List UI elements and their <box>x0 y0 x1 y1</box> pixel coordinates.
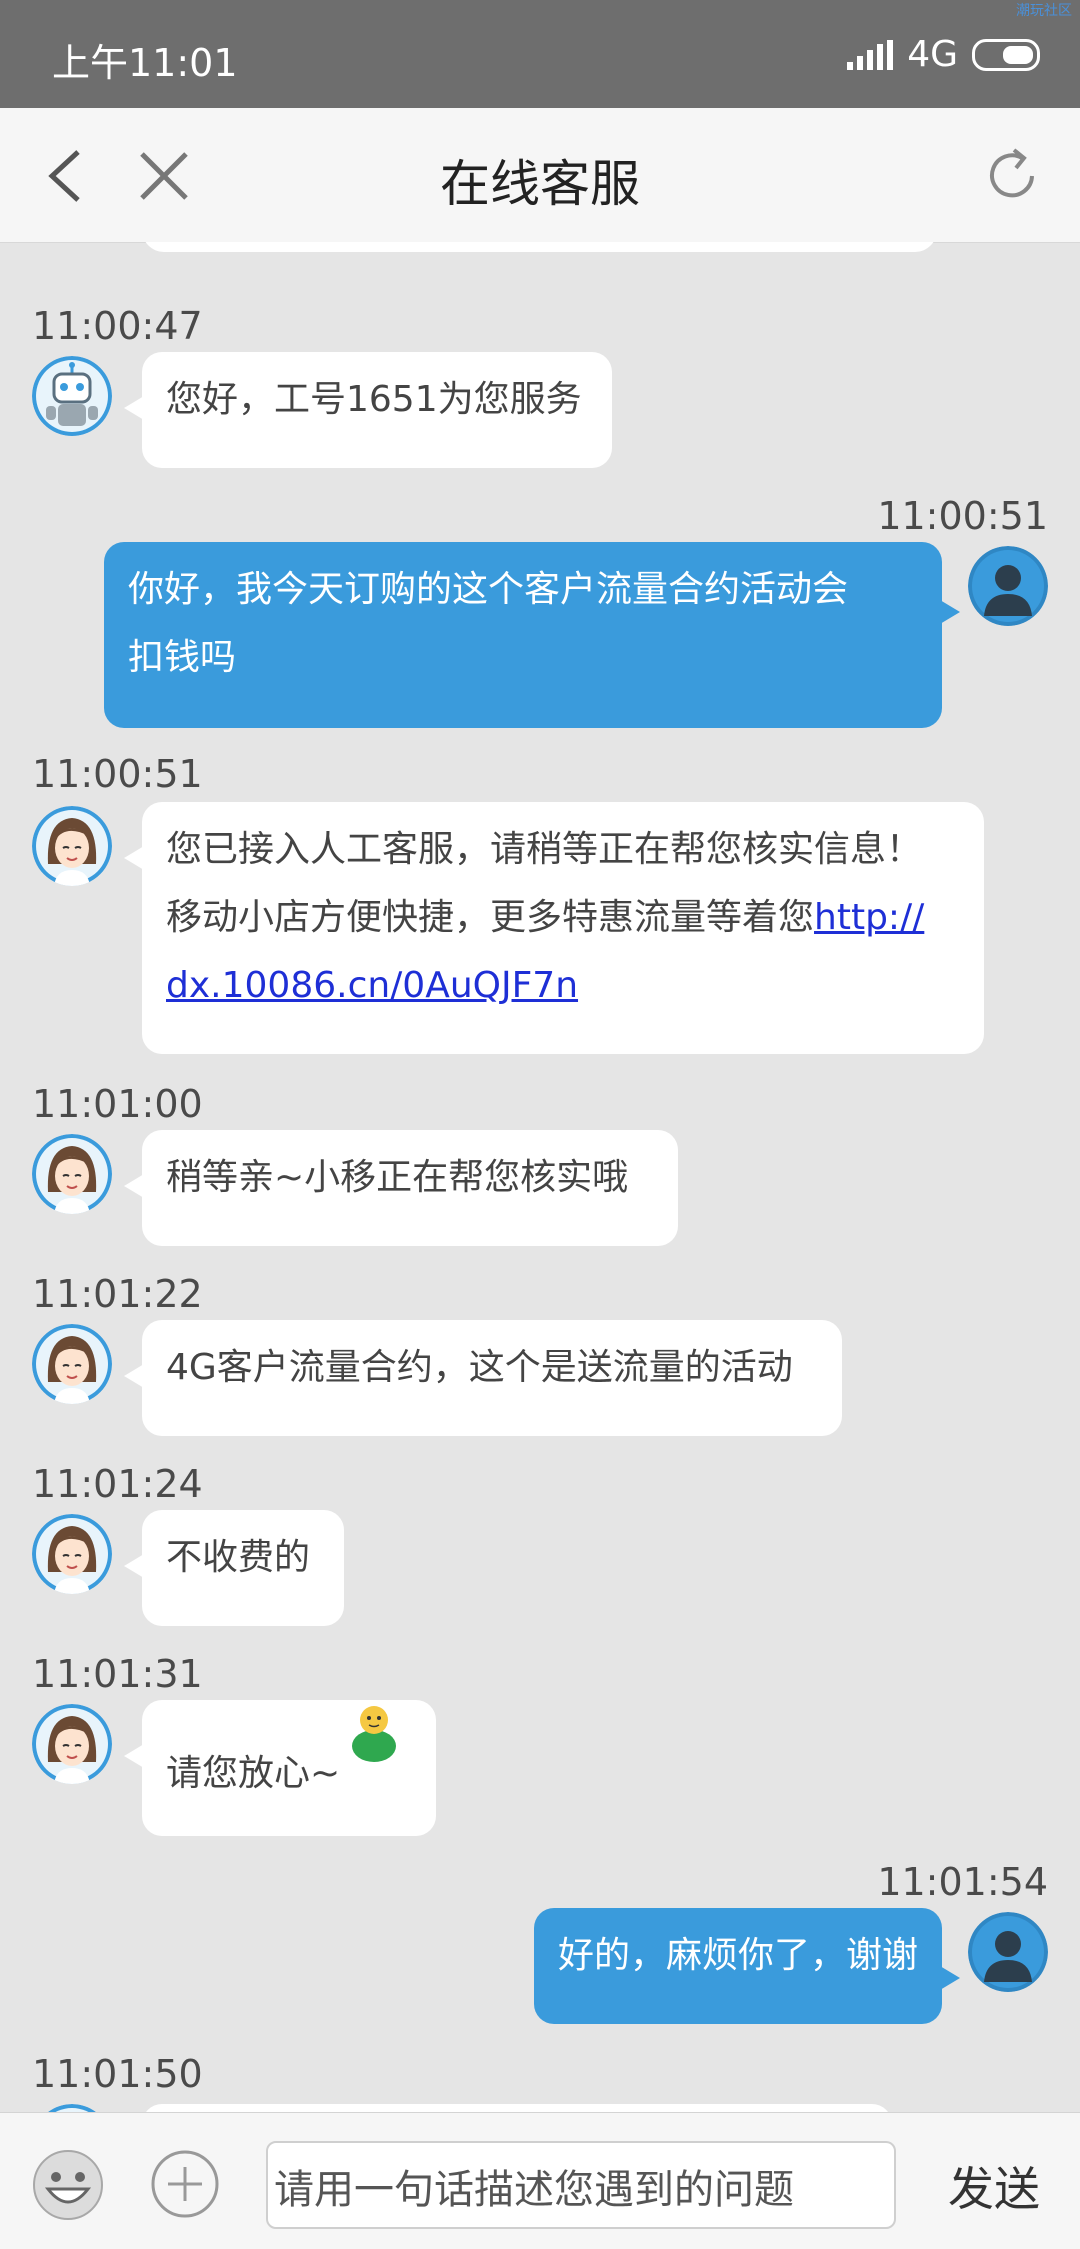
message-text: 4G客户流量合约，这个是送流量的活动 <box>166 1347 793 1388</box>
user-icon <box>968 546 1048 626</box>
message-bubble-agent: 4G客户流量合约，这个是送流量的活动 <box>124 1320 842 1436</box>
message-bubble-agent: 稍等亲~小移正在帮您核实哦 <box>124 1130 678 1246</box>
message-bubble-agent: 请您放心~ <box>124 1700 436 1836</box>
green-doll-emoji-icon <box>352 1706 397 1762</box>
message-time: 11:00:47 <box>32 304 203 348</box>
agent-avatar[interactable] <box>32 1514 112 1594</box>
message-bubble-agent: 您已接入人工客服，请稍等正在帮您核实信息！ 移动小店方便快捷，更多特惠流量等着您… <box>124 802 984 1054</box>
message-time: 11:01:22 <box>32 1272 203 1316</box>
previous-message-bubble <box>142 242 937 252</box>
agent-face-icon <box>32 1514 112 1594</box>
message-text: 好的，麻烦你了，谢谢 <box>558 1935 919 1976</box>
user-icon <box>968 1912 1048 1992</box>
user-avatar[interactable] <box>968 546 1048 626</box>
robot-icon <box>32 356 112 436</box>
message-text: 您好，工号1651为您服务 <box>166 379 582 420</box>
message-bubble-agent: 不收费的 <box>124 1510 344 1626</box>
plus-icon[interactable] <box>150 2149 220 2219</box>
agent-avatar[interactable] <box>32 1704 112 1784</box>
battery-icon <box>972 38 1040 71</box>
chat-area[interactable]: 11:00:47 您好，工号1651为您服务 11:00:51 你好，我今天订购… <box>0 242 1080 2112</box>
agent-avatar[interactable] <box>32 1324 112 1404</box>
message-time: 11:00:51 <box>877 494 1048 538</box>
agent-face-icon <box>32 806 112 886</box>
status-bar: 上午11:01 潮玩社区 4G <box>0 0 1080 108</box>
message-bubble-agent: 您好，工号1651为您服务 <box>124 352 612 468</box>
robot-avatar[interactable] <box>32 356 112 436</box>
message-link[interactable]: http:// <box>814 897 924 938</box>
message-time: 11:01:50 <box>32 2052 203 2096</box>
agent-avatar[interactable] <box>32 2104 112 2112</box>
agent-face-icon <box>48 2104 96 2112</box>
message-time: 11:00:51 <box>32 752 203 796</box>
message-time: 11:01:00 <box>32 1082 203 1126</box>
message-text-line: dx.10086.cn/0AuQJF7n <box>166 952 960 1020</box>
agent-face-icon <box>32 1324 112 1404</box>
message-time: 11:01:24 <box>32 1462 203 1506</box>
refresh-icon[interactable] <box>982 146 1042 206</box>
message-input[interactable]: 请用一句话描述您遇到的问题 <box>266 2141 896 2229</box>
message-text: 不收费的 <box>166 1537 311 1578</box>
agent-avatar[interactable] <box>32 806 112 886</box>
nav-bar: 在线客服 <box>0 108 1080 243</box>
watermark: 潮玩社区 <box>1016 3 1072 19</box>
status-time: 上午11:01 <box>52 41 238 85</box>
emoji-icon[interactable] <box>32 2149 104 2221</box>
message-time: 11:01:31 <box>32 1652 203 1696</box>
message-bubble-agent <box>142 2104 892 2112</box>
agent-face-icon <box>32 1704 112 1784</box>
signal-icon <box>847 39 894 70</box>
send-button[interactable]: 发送 <box>948 2153 1040 2219</box>
status-indicators: 4G <box>847 34 1040 75</box>
message-text: 请您放心~ <box>166 1753 341 1794</box>
page-title: 在线客服 <box>440 155 640 213</box>
agent-avatar[interactable] <box>32 1134 112 1214</box>
message-text: 稍等亲~小移正在帮您核实哦 <box>166 1157 629 1198</box>
agent-face-icon <box>32 1134 112 1214</box>
message-link[interactable]: dx.10086.cn/0AuQJF7n <box>166 965 578 1006</box>
user-avatar[interactable] <box>968 1912 1048 1992</box>
message-text-line: 您已接入人工客服，请稍等正在帮您核实信息！ <box>166 829 923 870</box>
network-label: 4G <box>907 34 958 75</box>
message-time: 11:01:54 <box>877 1860 1048 1904</box>
message-bubble-user: 你好，我今天订购的这个客户流量合约活动会 扣钱吗 <box>104 542 960 728</box>
message-text: 移动小店方便快捷，更多特惠流量等着您 <box>166 897 815 938</box>
message-bubble-user: 好的，麻烦你了，谢谢 <box>534 1908 960 2024</box>
message-text-line: 移动小店方便快捷，更多特惠流量等着您http:// <box>166 884 960 952</box>
message-text-line: 你好，我今天订购的这个客户流量合约活动会 <box>128 569 849 610</box>
input-bar: 请用一句话描述您遇到的问题 发送 <box>0 2112 1080 2249</box>
message-text-line: 扣钱吗 <box>128 637 237 678</box>
